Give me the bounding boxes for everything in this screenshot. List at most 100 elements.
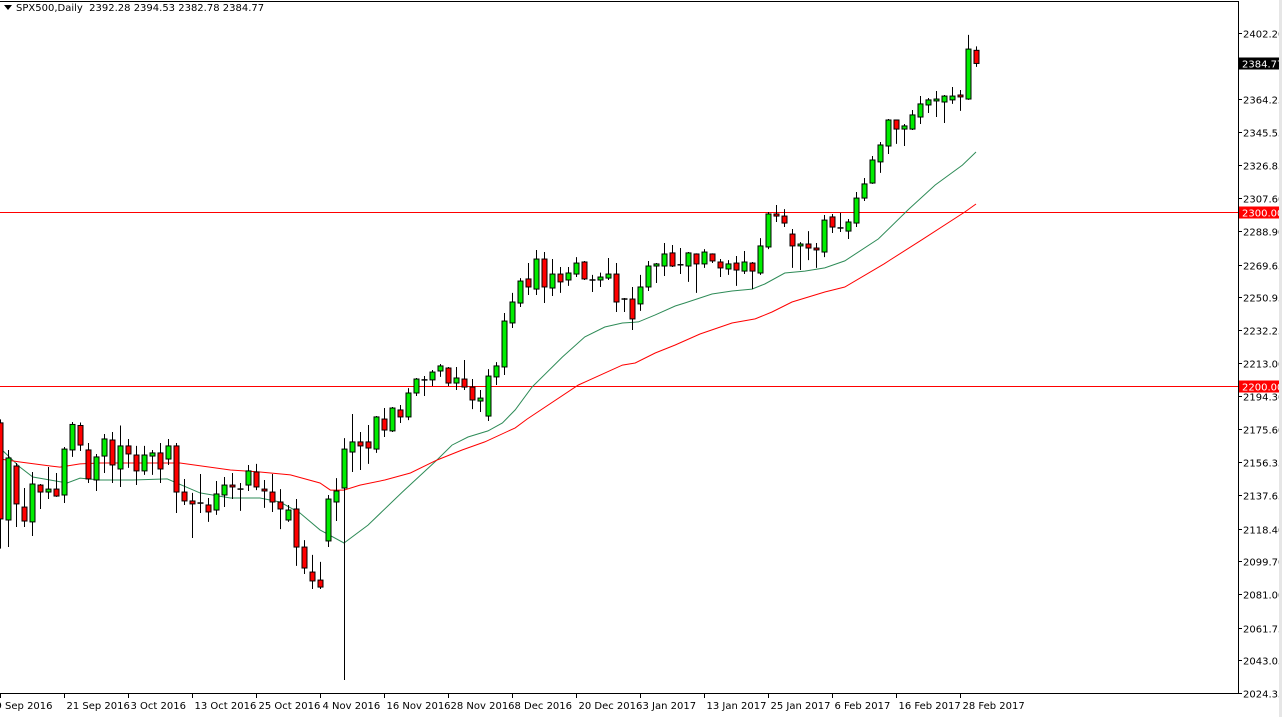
candle-body: [62, 449, 67, 495]
candle: [846, 219, 851, 239]
price-chart[interactable]: 2402.202364.252345.552326.852307.602288.…: [0, 0, 1282, 717]
price-tick-label: 2402.20: [1243, 30, 1282, 41]
candle: [334, 478, 339, 521]
candle-body: [430, 372, 435, 380]
candle: [390, 407, 395, 432]
price-tick-label: 2137.65: [1243, 492, 1282, 503]
price-axis[interactable]: 2402.202364.252345.552326.852307.602288.…: [1238, 30, 1282, 701]
price-tick-label: 2081.00: [1243, 591, 1282, 602]
price-tick-label: 2326.85: [1243, 162, 1282, 173]
candle: [246, 465, 251, 491]
candle-body: [150, 453, 155, 456]
candle: [686, 252, 691, 282]
candle: [478, 390, 483, 412]
date-tick-label: 16 Feb 2017: [899, 701, 961, 712]
candle-body: [878, 145, 883, 162]
date-tick-label: 20 Dec 2016: [579, 701, 643, 712]
price-tick-label: 2194.30: [1243, 393, 1282, 404]
candle: [462, 360, 467, 390]
candle: [430, 370, 435, 386]
candle: [406, 388, 411, 420]
candle-body: [294, 509, 299, 547]
candle-body: [302, 547, 307, 568]
candle: [966, 35, 971, 100]
candle-body: [766, 214, 771, 247]
candle-body: [958, 95, 963, 97]
price-tick-label: 2250.95: [1243, 294, 1282, 305]
candle: [646, 261, 651, 291]
candle: [230, 473, 235, 499]
candles: [0, 35, 979, 680]
candle: [942, 95, 947, 123]
candle-body: [326, 499, 331, 541]
candle: [790, 229, 795, 268]
date-tick-label: 21 Sep 2016: [67, 701, 130, 712]
candle: [318, 562, 323, 589]
candle-body: [190, 501, 195, 504]
candle: [126, 439, 131, 468]
candle: [174, 443, 179, 513]
candle-body: [390, 408, 395, 431]
candle: [158, 443, 163, 483]
chart-frame: [0, 1, 1239, 694]
date-tick-label: 3 Jan 2017: [643, 701, 697, 712]
candle: [806, 231, 811, 260]
candle: [822, 215, 827, 257]
candle-body: [110, 440, 115, 465]
price-tick-label: 2288.90: [1243, 228, 1282, 239]
candle: [630, 287, 635, 330]
candle: [718, 259, 723, 277]
candle-body: [670, 253, 675, 266]
price-tick-label: 2345.55: [1243, 129, 1282, 140]
candle-body: [438, 366, 443, 371]
candle-body: [158, 453, 163, 469]
candle-body: [894, 120, 899, 129]
candle-body: [358, 442, 363, 446]
candle-body: [94, 457, 99, 480]
candle-body: [6, 458, 11, 520]
candle-body: [470, 387, 475, 400]
candle: [0, 419, 3, 548]
candle-body: [46, 489, 51, 492]
dropdown-triangle-icon[interactable]: [4, 5, 12, 10]
candle-body: [486, 376, 491, 416]
candle-body: [478, 398, 483, 401]
candle-body: [950, 96, 955, 100]
candle: [342, 438, 347, 680]
date-tick-label: 9 Sep 2016: [0, 701, 53, 712]
candle-body: [334, 491, 339, 502]
candle-body: [270, 492, 275, 502]
candle: [518, 278, 523, 307]
ma-slow-line: [0, 204, 976, 490]
candle: [542, 252, 547, 303]
price-tick-label: 2307.60: [1243, 195, 1282, 206]
candle-body: [310, 572, 315, 581]
candle-body: [726, 264, 731, 269]
price-level-label: 2300.00: [1242, 209, 1282, 220]
candle-body: [54, 489, 59, 496]
candle: [902, 124, 907, 146]
candle-body: [462, 379, 467, 387]
candle: [358, 432, 363, 470]
candle: [558, 267, 563, 293]
candle: [622, 298, 628, 312]
candle: [102, 434, 107, 473]
candle-body: [142, 455, 147, 471]
candle: [446, 367, 451, 386]
time-axis[interactable]: 9 Sep 201621 Sep 20163 Oct 201613 Oct 20…: [0, 693, 1025, 712]
candle-body: [182, 492, 187, 501]
ma-fast-line: [0, 152, 976, 543]
candle: [614, 263, 619, 312]
candle: [326, 495, 331, 547]
chart-header: SPX500,Daily 2392.28 2394.53 2382.78 238…: [4, 3, 264, 14]
candle-body: [342, 449, 347, 488]
date-tick-label: 8 Dec 2016: [515, 701, 573, 712]
candle: [486, 369, 491, 421]
candle-body: [566, 273, 571, 280]
moving-averages: [0, 152, 976, 543]
candle: [638, 275, 643, 311]
candle: [526, 263, 531, 295]
candle: [134, 446, 139, 485]
candle-body: [942, 96, 947, 102]
candle: [438, 364, 443, 377]
